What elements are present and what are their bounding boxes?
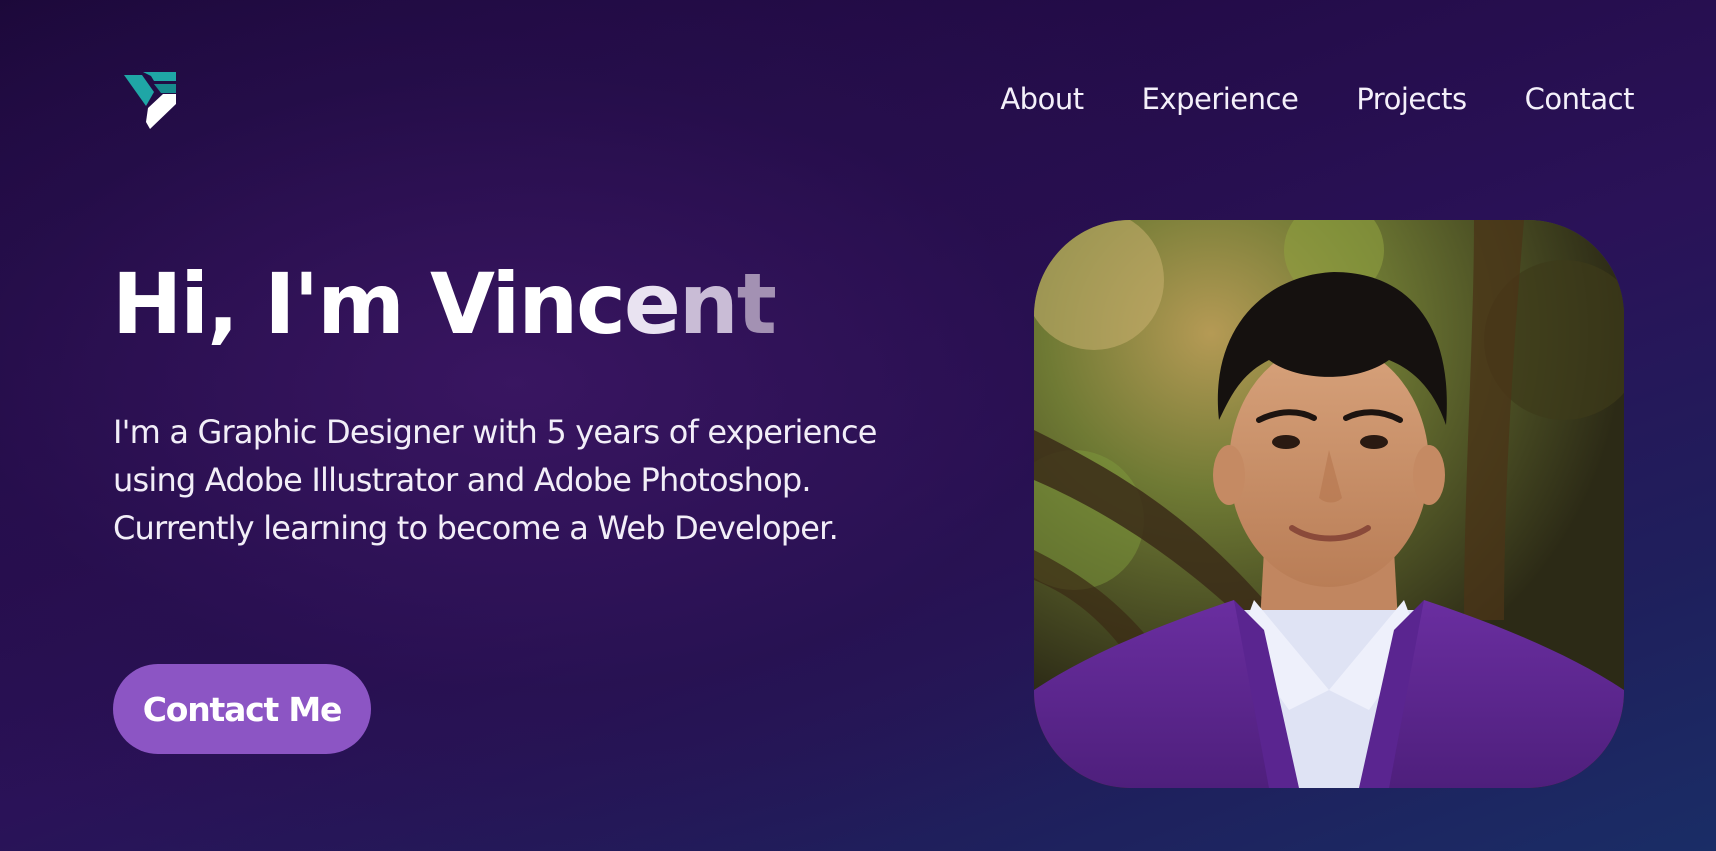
nav-link-experience[interactable]: Experience <box>1142 82 1299 116</box>
hero-title: Hi, I'm Vincent <box>112 262 777 346</box>
site-header: About Experience Projects Contact <box>0 0 1716 200</box>
hero-title-fade-3: t <box>736 255 777 353</box>
logo-mark <box>124 72 176 129</box>
vincent-logo-icon[interactable] <box>124 72 180 130</box>
nav-link-contact[interactable]: Contact <box>1525 82 1635 116</box>
main-nav: About Experience Projects Contact <box>1000 82 1634 116</box>
hero-title-fade-2: n <box>678 255 739 353</box>
contact-me-button[interactable]: Contact Me <box>113 664 371 754</box>
portrait-photo <box>1034 220 1624 788</box>
nav-link-about[interactable]: About <box>1000 82 1084 116</box>
nav-link-projects[interactable]: Projects <box>1356 82 1467 116</box>
hero-title-fade-1: e <box>623 255 681 353</box>
portrait-illustration <box>1034 220 1624 788</box>
hero-description: I'm a Graphic Designer with 5 years of e… <box>113 413 877 547</box>
hero-title-main: Hi, I'm Vinc <box>112 255 626 353</box>
